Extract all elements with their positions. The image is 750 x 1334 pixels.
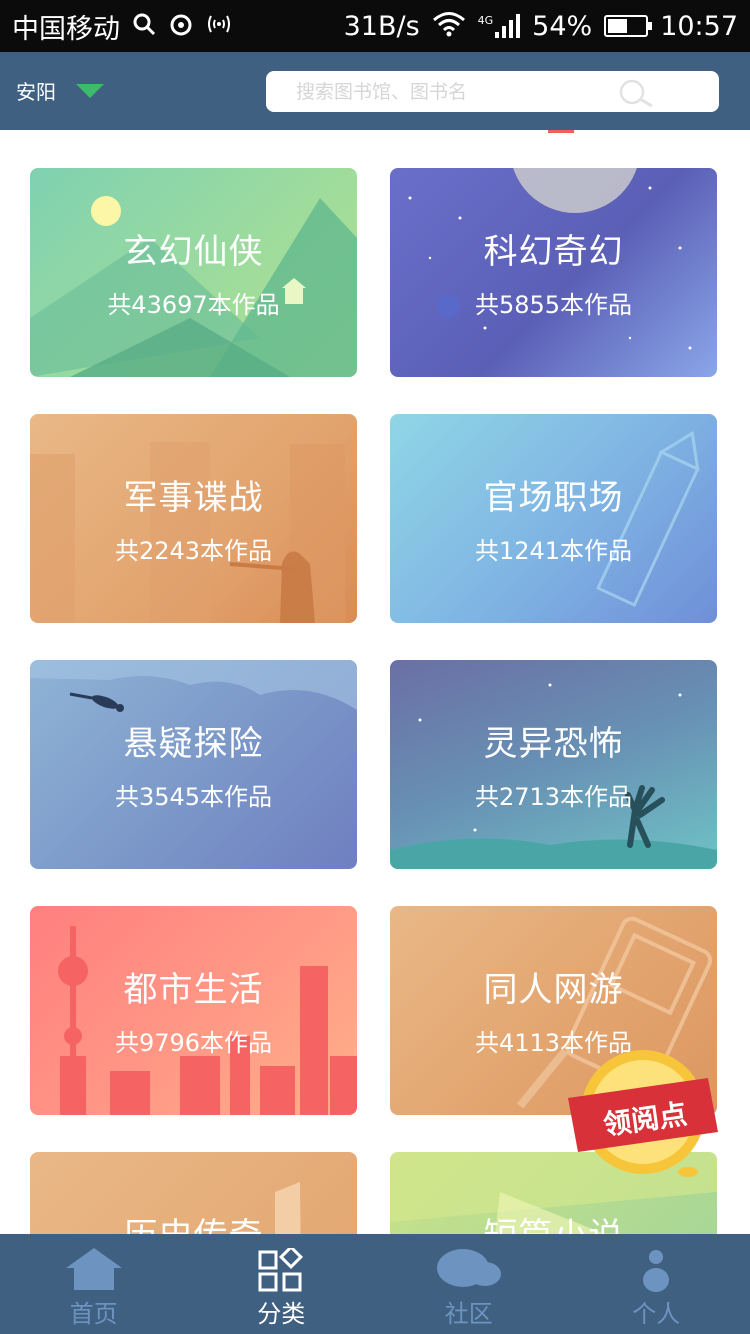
hotspot-icon bbox=[206, 12, 232, 40]
chevron-down-icon[interactable] bbox=[76, 84, 104, 98]
category-count: 共3545本作品 bbox=[114, 783, 273, 811]
clock: 10:57 bbox=[660, 10, 738, 42]
category-title: 军事谍战 bbox=[123, 478, 264, 518]
weibo-icon bbox=[168, 12, 194, 40]
category-title: 官场职场 bbox=[483, 478, 624, 518]
signal-bars-icon bbox=[495, 14, 521, 38]
category-card-urban[interactable]: 都市生活 共9796本作品 bbox=[30, 906, 357, 1115]
category-icon bbox=[258, 1248, 304, 1292]
category-count: 共5855本作品 bbox=[474, 291, 633, 319]
status-left: 中国移动 bbox=[12, 7, 232, 46]
category-card-history[interactable]: 历史传奇 bbox=[30, 1152, 357, 1234]
network-type: 4G bbox=[477, 14, 494, 27]
tab-profile[interactable]: 个人 bbox=[563, 1234, 750, 1334]
app-header: 安阳 bbox=[0, 52, 750, 130]
search-status-icon bbox=[132, 12, 156, 40]
tab-category[interactable]: 分类 bbox=[188, 1234, 376, 1334]
category-count: 共9796本作品 bbox=[114, 1029, 273, 1057]
battery-percent: 54% bbox=[532, 10, 593, 42]
carrier-name: 中国移动 bbox=[12, 13, 120, 45]
category-card-fantasy[interactable]: 玄幻仙侠 共43697本作品 bbox=[30, 168, 357, 377]
tab-community[interactable]: 社区 bbox=[375, 1234, 563, 1334]
status-bar: 中国移动 31B/s 4G 54% 10:57 bbox=[0, 0, 750, 52]
status-right: 31B/s 4G 54% 10:57 bbox=[344, 11, 738, 42]
tab-label: 个人 bbox=[632, 1300, 681, 1328]
category-card-horror[interactable]: 灵异恐怖 共2713本作品 bbox=[390, 660, 717, 869]
network-speed: 31B/s bbox=[343, 10, 420, 42]
category-count: 共1241本作品 bbox=[474, 537, 633, 565]
category-title: 历史传奇 bbox=[30, 1208, 357, 1234]
battery-icon bbox=[604, 15, 653, 37]
tab-label: 首页 bbox=[69, 1300, 118, 1328]
category-card-scifi[interactable]: 科幻奇幻 共5855本作品 bbox=[390, 168, 717, 377]
claim-points-badge[interactable]: 领阅点 bbox=[568, 1040, 718, 1190]
city-selector[interactable]: 安阳 bbox=[16, 76, 56, 105]
cell-signal: 4G bbox=[478, 14, 521, 38]
category-title: 悬疑探险 bbox=[123, 724, 264, 764]
search-input[interactable] bbox=[296, 71, 626, 112]
category-count: 共2713本作品 bbox=[474, 783, 633, 811]
category-count: 共43697本作品 bbox=[107, 291, 280, 319]
category-card-military[interactable]: 军事谍战 共2243本作品 bbox=[30, 414, 357, 623]
category-title: 都市生活 bbox=[123, 970, 264, 1010]
home-icon bbox=[65, 1248, 122, 1290]
tab-label: 分类 bbox=[257, 1300, 306, 1328]
person-icon bbox=[643, 1250, 670, 1292]
tab-home[interactable]: 首页 bbox=[0, 1234, 188, 1334]
tab-label: 社区 bbox=[444, 1300, 493, 1328]
category-count: 共2243本作品 bbox=[114, 537, 273, 565]
category-card-mystery[interactable]: 悬疑探险 共3545本作品 bbox=[30, 660, 357, 869]
category-card-officialdom[interactable]: 官场职场 共1241本作品 bbox=[390, 414, 717, 623]
bottom-tab-bar: 首页 分类 社区 个人 bbox=[0, 1234, 750, 1334]
category-title: 玄幻仙侠 bbox=[123, 232, 264, 272]
category-title: 科幻奇幻 bbox=[483, 232, 624, 272]
search-icon[interactable] bbox=[616, 79, 656, 107]
category-title: 同人网游 bbox=[483, 970, 624, 1010]
category-title: 灵异恐怖 bbox=[483, 724, 624, 764]
cloud-icon bbox=[436, 1249, 501, 1287]
search-box[interactable] bbox=[266, 71, 719, 112]
wifi-icon bbox=[432, 11, 466, 41]
category-title: 短篇小说 bbox=[390, 1208, 717, 1234]
